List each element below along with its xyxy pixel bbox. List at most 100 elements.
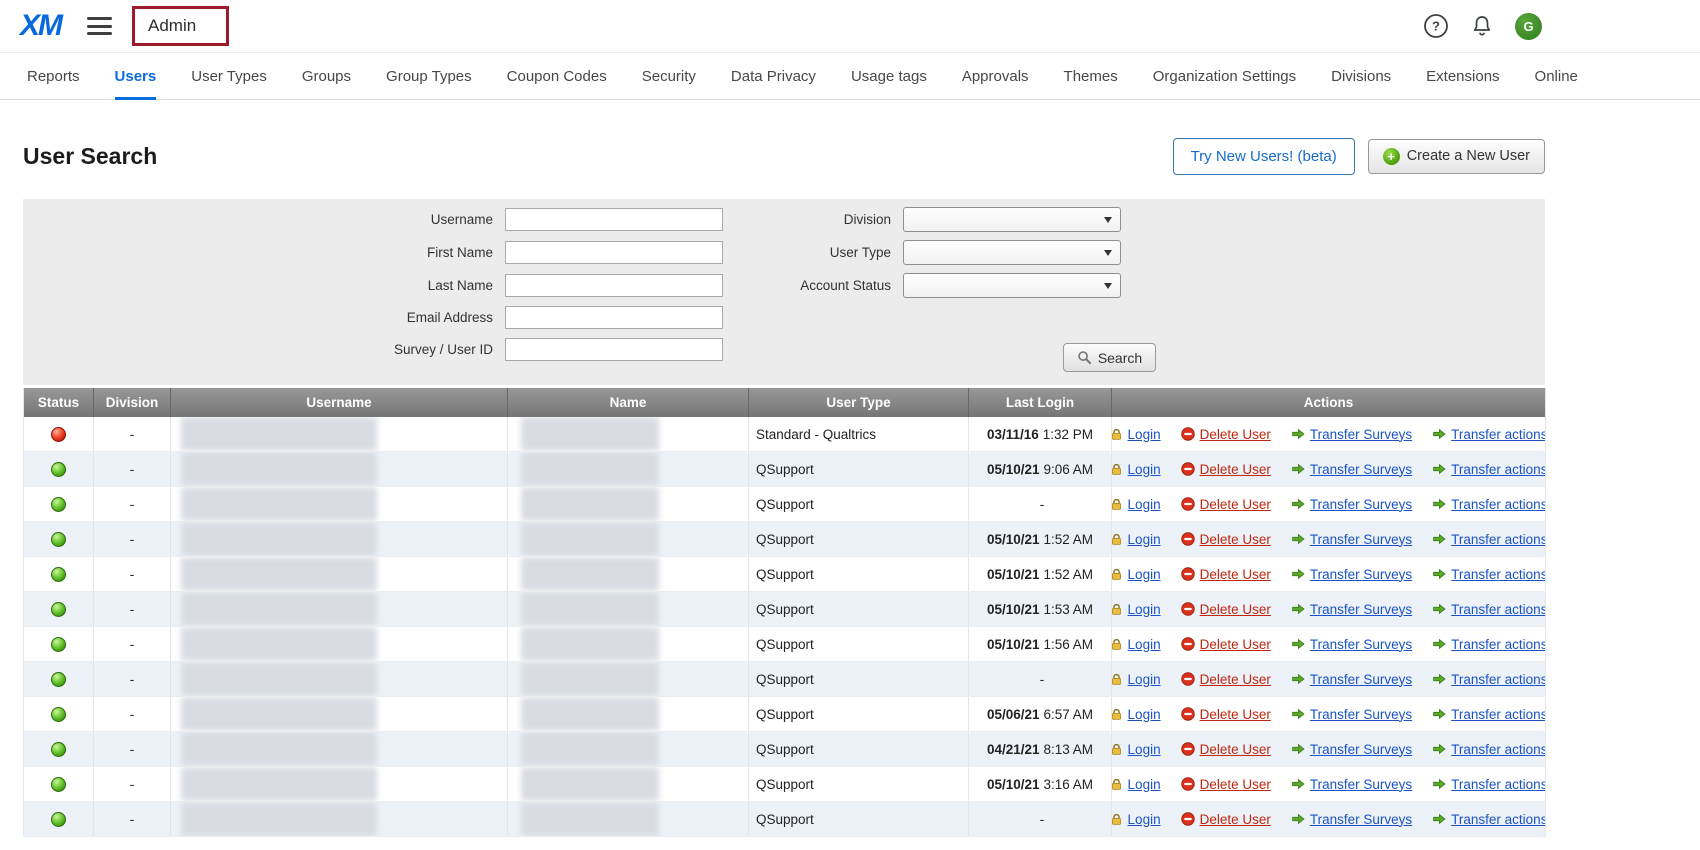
login-link[interactable]: Login: [1128, 567, 1161, 582]
login-link[interactable]: Login: [1128, 777, 1161, 792]
transfer-actions-link[interactable]: Transfer actions: [1451, 777, 1545, 792]
login-link[interactable]: Login: [1128, 812, 1161, 827]
delete-user-link[interactable]: Delete User: [1200, 777, 1271, 792]
delete-user-link[interactable]: Delete User: [1200, 637, 1271, 652]
delete-user-link[interactable]: Delete User: [1200, 567, 1271, 582]
transfer-surveys-link[interactable]: Transfer Surveys: [1310, 602, 1412, 617]
nav-item-groups[interactable]: Groups: [302, 53, 351, 99]
last-login-time: 1:52 AM: [1044, 532, 1094, 547]
delete-user-link[interactable]: Delete User: [1200, 427, 1271, 442]
division-cell: -: [94, 592, 171, 627]
delete-user-link[interactable]: Delete User: [1200, 672, 1271, 687]
transfer-surveys-link[interactable]: Transfer Surveys: [1310, 742, 1412, 757]
transfer-actions-link[interactable]: Transfer actions: [1451, 707, 1545, 722]
delete-user-link[interactable]: Delete User: [1200, 602, 1271, 617]
transfer-actions-link[interactable]: Transfer actions: [1451, 672, 1545, 687]
login-link[interactable]: Login: [1128, 637, 1161, 652]
transfer-actions-link[interactable]: Transfer actions: [1451, 427, 1545, 442]
user-avatar[interactable]: G: [1515, 13, 1542, 40]
page-title: User Search: [23, 143, 157, 170]
user-type-cell: QSupport: [749, 802, 969, 837]
actions-cell: Login Delete User: [1112, 732, 1546, 767]
nav-item-data-privacy[interactable]: Data Privacy: [731, 53, 816, 99]
create-new-user-button[interactable]: + Create a New User: [1368, 139, 1545, 174]
delete-user-link[interactable]: Delete User: [1200, 812, 1271, 827]
nav-item-security[interactable]: Security: [642, 53, 696, 99]
survey-user-id-input[interactable]: [505, 338, 723, 361]
login-link[interactable]: Login: [1128, 462, 1161, 477]
delete-user-link[interactable]: Delete User: [1200, 742, 1271, 757]
transfer-surveys-link[interactable]: Transfer Surveys: [1310, 497, 1412, 512]
last-login-cell: 05/10/211:56 AM: [969, 627, 1112, 662]
last-login-date: 05/10/21: [987, 777, 1040, 792]
transfer-surveys-link[interactable]: Transfer Surveys: [1310, 672, 1412, 687]
help-icon[interactable]: ?: [1423, 13, 1449, 39]
login-link[interactable]: Login: [1128, 602, 1161, 617]
transfer-actions-link[interactable]: Transfer actions: [1451, 532, 1545, 547]
status-cell: [24, 697, 94, 732]
login-link[interactable]: Login: [1128, 497, 1161, 512]
login-link[interactable]: Login: [1128, 707, 1161, 722]
transfer-actions-link[interactable]: Transfer actions: [1451, 462, 1545, 477]
user-type-select[interactable]: [903, 240, 1121, 265]
first-name-input[interactable]: [505, 241, 723, 264]
user-type-cell: QSupport: [749, 627, 969, 662]
nav-item-online[interactable]: Online: [1535, 53, 1578, 99]
transfer-surveys-link[interactable]: Transfer Surveys: [1310, 777, 1412, 792]
email-address-label: Email Address: [313, 310, 493, 325]
nav-item-usage-tags[interactable]: Usage tags: [851, 53, 927, 99]
nav-item-reports[interactable]: Reports: [27, 53, 80, 99]
login-link[interactable]: Login: [1128, 532, 1161, 547]
transfer-surveys-link[interactable]: Transfer Surveys: [1310, 427, 1412, 442]
xm-logo: XM: [20, 9, 61, 43]
delete-user-link[interactable]: Delete User: [1200, 532, 1271, 547]
login-link[interactable]: Login: [1128, 427, 1161, 442]
account-status-select[interactable]: [903, 273, 1121, 298]
transfer-surveys-link[interactable]: Transfer Surveys: [1310, 532, 1412, 547]
username-cell: [171, 557, 508, 592]
transfer-surveys-link[interactable]: Transfer Surveys: [1310, 567, 1412, 582]
nav-item-organization-settings[interactable]: Organization Settings: [1153, 53, 1296, 99]
division-select[interactable]: [903, 207, 1121, 232]
transfer-actions-action: Transfer actions: [1432, 532, 1545, 547]
nav-item-group-types[interactable]: Group Types: [386, 53, 472, 99]
try-new-users-button[interactable]: Try New Users! (beta): [1173, 138, 1355, 175]
notifications-bell-icon[interactable]: [1470, 14, 1494, 38]
division-cell: -: [94, 802, 171, 837]
login-link[interactable]: Login: [1128, 672, 1161, 687]
login-link[interactable]: Login: [1128, 742, 1161, 757]
nav-item-extensions[interactable]: Extensions: [1426, 53, 1499, 99]
delete-user-link[interactable]: Delete User: [1200, 707, 1271, 722]
nav-item-themes[interactable]: Themes: [1064, 53, 1118, 99]
transfer-actions-link[interactable]: Transfer actions: [1451, 812, 1545, 827]
transfer-actions-link[interactable]: Transfer actions: [1451, 742, 1545, 757]
nav-item-user-types[interactable]: User Types: [191, 53, 267, 99]
transfer-actions-link[interactable]: Transfer actions: [1451, 497, 1545, 512]
transfer-surveys-link[interactable]: Transfer Surveys: [1310, 812, 1412, 827]
transfer-surveys-link[interactable]: Transfer Surveys: [1310, 707, 1412, 722]
transfer-surveys-link[interactable]: Transfer Surveys: [1310, 462, 1412, 477]
actions-cell: Login Delete User: [1112, 487, 1546, 522]
admin-context-selector[interactable]: Admin: [132, 6, 229, 46]
user-type-value: QSupport: [756, 567, 814, 582]
redacted-username: [181, 557, 377, 591]
delete-user-link[interactable]: Delete User: [1200, 497, 1271, 512]
nav-item-users[interactable]: Users: [115, 53, 157, 99]
transfer-actions-link[interactable]: Transfer actions: [1451, 567, 1545, 582]
nav-item-divisions[interactable]: Divisions: [1331, 53, 1391, 99]
transfer-surveys-link[interactable]: Transfer Surveys: [1310, 637, 1412, 652]
search-button[interactable]: Search: [1063, 343, 1156, 372]
delete-user-link[interactable]: Delete User: [1200, 462, 1271, 477]
division-value: -: [130, 707, 135, 722]
transfer-actions-link[interactable]: Transfer actions: [1451, 637, 1545, 652]
nav-item-approvals[interactable]: Approvals: [962, 53, 1029, 99]
lock-icon: [1112, 638, 1123, 651]
status-icon: [51, 497, 66, 512]
nav-item-coupon-codes[interactable]: Coupon Codes: [507, 53, 607, 99]
transfer-actions-link[interactable]: Transfer actions: [1451, 602, 1545, 617]
email-address-input[interactable]: [505, 306, 723, 329]
last-login-time: 9:06 AM: [1044, 462, 1094, 477]
username-input[interactable]: [505, 208, 723, 231]
last-name-input[interactable]: [505, 274, 723, 297]
hamburger-menu-icon[interactable]: [87, 17, 112, 35]
